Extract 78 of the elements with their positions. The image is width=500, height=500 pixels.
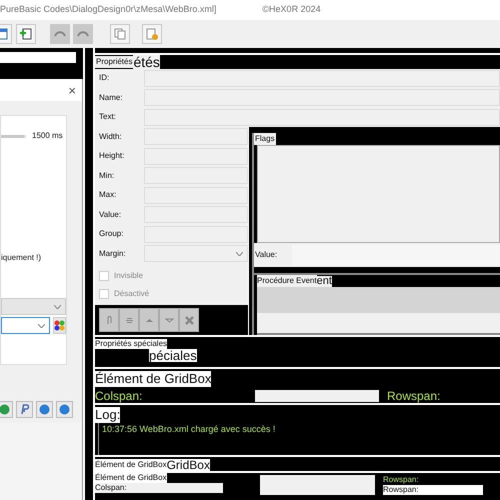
circle-icon — [39, 404, 50, 414]
down-arrow-icon — [164, 316, 174, 324]
copyright-text: ©HeX0R 2024 — [262, 3, 321, 16]
log-line: 10:37:56 WebBro.xml chargé avec succès ! — [102, 423, 276, 436]
ghost-title: GridBox — [166, 459, 210, 471]
field-label: Max: — [98, 189, 118, 202]
ghost-title: étés — [133, 54, 160, 68]
footer-button[interactable] — [16, 400, 33, 418]
field-label: Margin: — [98, 248, 127, 260]
input-field[interactable] — [260, 475, 375, 495]
field-label: Group: — [98, 228, 124, 240]
paypal-icon — [19, 404, 30, 414]
field-label: ID: — [98, 72, 110, 84]
copy-icon — [114, 28, 126, 40]
footer-button[interactable] — [36, 400, 53, 418]
color-button[interactable] — [53, 317, 66, 334]
field-label: Width: — [98, 130, 123, 143]
input-field[interactable] — [144, 206, 248, 224]
group-title: Flags — [254, 133, 276, 145]
footer-button[interactable] — [0, 400, 13, 418]
file-path: PureBasic Codes\DialogDesign0r\zMesa\WebBro.xml] — [0, 3, 216, 16]
chevron-icon — [54, 304, 61, 308]
undo-icon — [54, 30, 66, 38]
input-field[interactable] — [144, 70, 500, 87]
field-label: Colspan: — [95, 388, 144, 406]
field-label: Name: — [98, 92, 124, 104]
circle-icon — [59, 404, 70, 414]
delete-icon — [184, 316, 194, 324]
input-field[interactable] — [255, 390, 379, 402]
panel-title: Propriétés — [95, 56, 134, 68]
event-field[interactable] — [257, 313, 500, 335]
field-label: Min: — [98, 170, 116, 182]
input-field[interactable] — [144, 226, 248, 243]
checkbox[interactable] — [99, 270, 109, 280]
action-button[interactable] — [139, 308, 159, 332]
dropdown-field[interactable] — [1, 298, 66, 315]
slider-reading: 1500 ms — [32, 130, 63, 142]
field-label: Text: — [98, 111, 117, 124]
field-label: Value: — [254, 249, 278, 261]
checkbox-label: Désactivé — [114, 288, 150, 300]
dropdown-field[interactable] — [1, 317, 50, 334]
settings-document-icon — [146, 28, 158, 40]
footer-button[interactable] — [56, 400, 73, 418]
checkbox-label: Invisible — [114, 270, 143, 282]
chevron-icon — [38, 324, 45, 328]
action-button[interactable] — [159, 308, 179, 332]
redo-icon — [77, 30, 89, 38]
toolbar-button[interactable] — [16, 24, 36, 44]
ghost-title: ent — [316, 276, 332, 287]
section-title: Élément de GridBox — [95, 473, 167, 483]
palette-icon — [54, 320, 65, 331]
group-title: Procédure Event — [257, 275, 317, 287]
field-label: Rowspan: — [383, 475, 420, 485]
close-button[interactable]: × — [68, 84, 76, 96]
field-label: Colspan: — [95, 483, 223, 493]
paperclip-icon — [104, 316, 114, 324]
note-text: iquement !) — [1, 252, 42, 264]
section-title: Élément de GridBox — [95, 371, 212, 388]
section-title: Propriétés spéciales — [95, 339, 168, 349]
splitter-bar[interactable] — [83, 48, 95, 500]
section-title: Log: — [95, 407, 120, 424]
action-button[interactable] — [119, 308, 139, 332]
field-label: Height: — [98, 150, 126, 162]
input-field[interactable] — [144, 128, 248, 146]
chevron-icon — [236, 252, 243, 256]
field-label: Rowspan: — [383, 485, 483, 495]
input-field[interactable] — [144, 167, 248, 184]
field-label: Value: — [98, 208, 122, 221]
field-label: Rowspan: — [387, 388, 440, 406]
section-title: Élément de GridBox — [95, 459, 167, 471]
ghost-title: péciales — [149, 349, 197, 362]
checkbox[interactable] — [99, 288, 109, 298]
input-field[interactable] — [144, 148, 248, 165]
input-field[interactable] — [144, 186, 248, 204]
input-field[interactable] — [144, 108, 500, 126]
action-button[interactable] — [179, 308, 199, 332]
action-button[interactable] — [99, 308, 119, 332]
add-icon — [20, 28, 32, 40]
